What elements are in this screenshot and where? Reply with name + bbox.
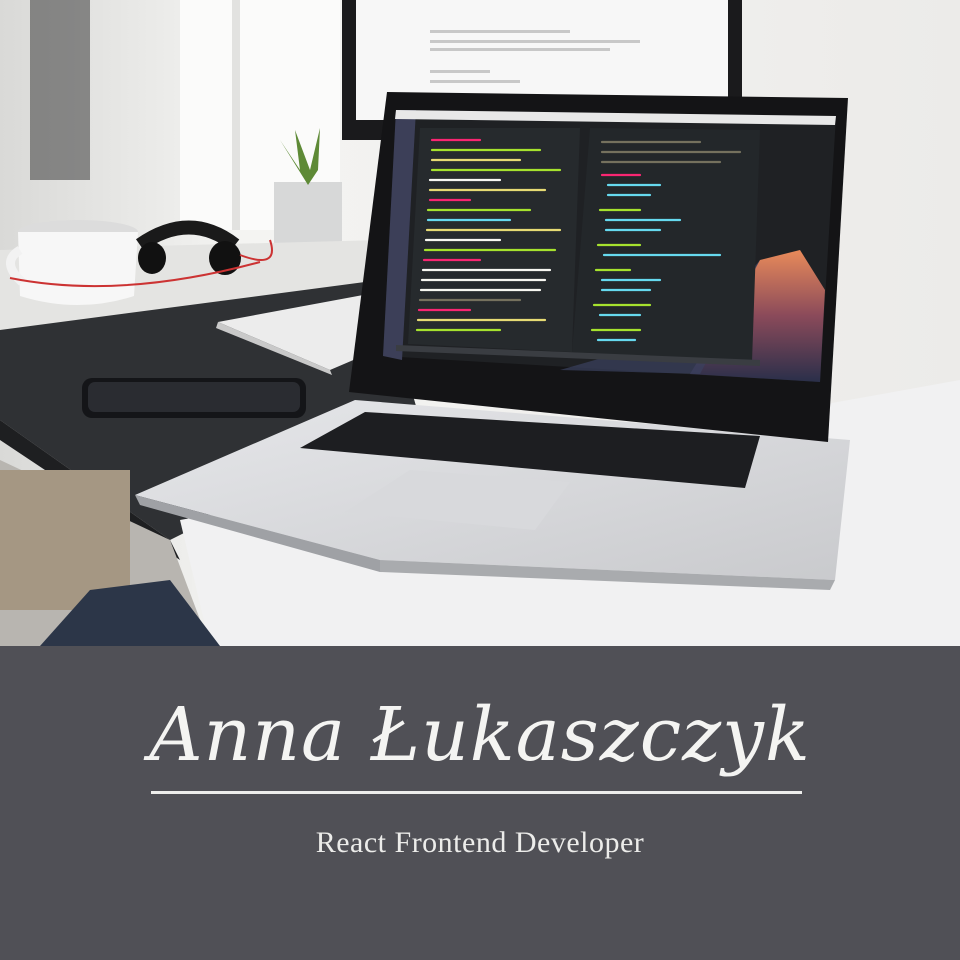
divider-line xyxy=(151,791,802,794)
profile-title: React Frontend Developer xyxy=(315,826,645,859)
name-banner: Anna Łukaszczyk React Frontend Developer xyxy=(0,646,960,960)
workspace-photo xyxy=(0,0,960,646)
profile-name: Anna Łukaszczyk xyxy=(149,692,811,778)
profile-card: Anna Łukaszczyk React Frontend Developer xyxy=(0,0,960,960)
